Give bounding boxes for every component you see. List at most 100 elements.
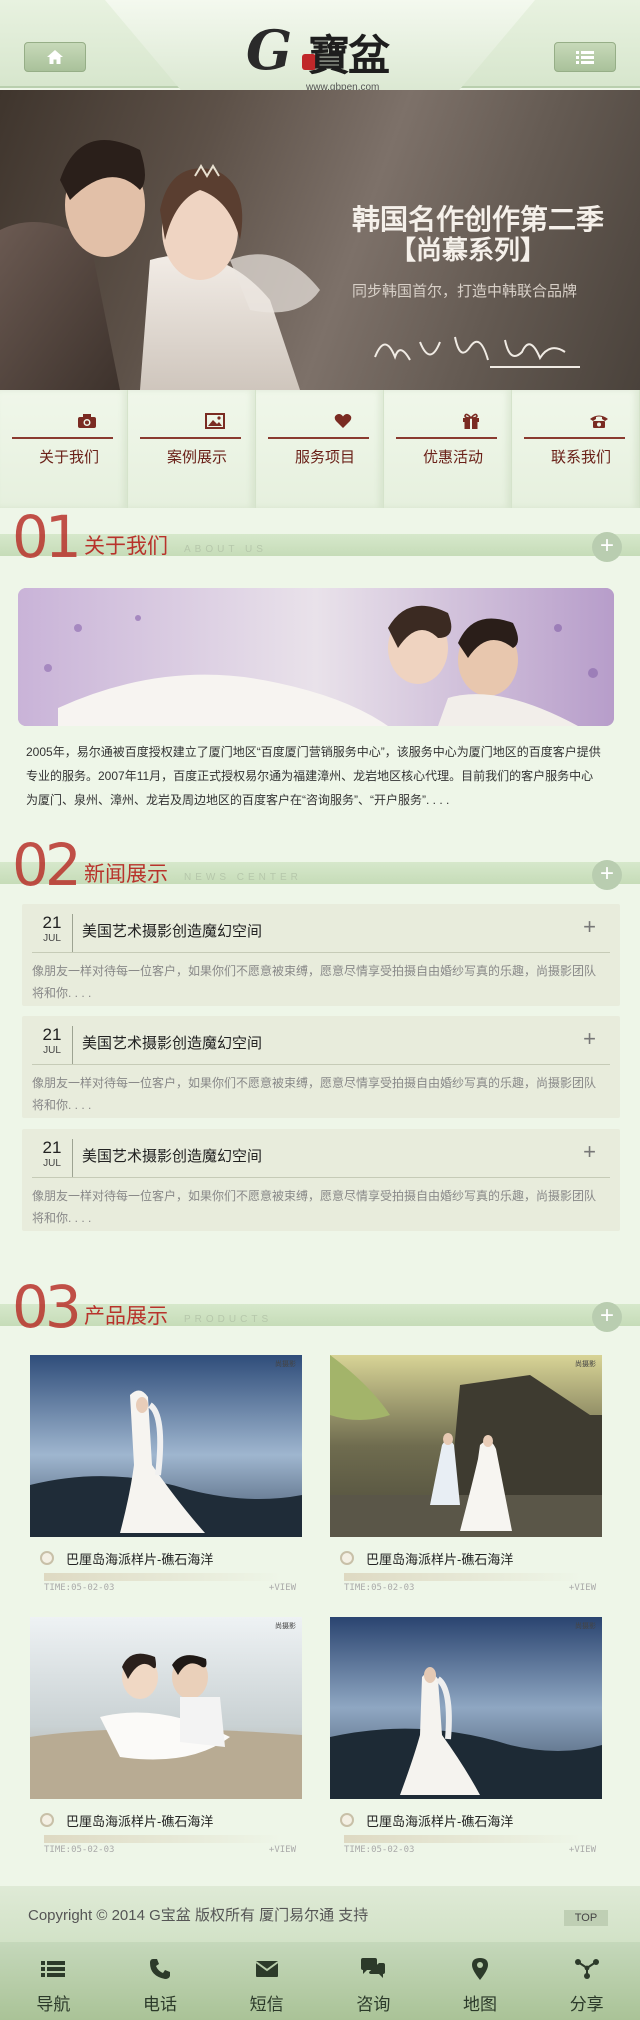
news-separator — [32, 1177, 610, 1178]
list-icon — [576, 51, 594, 64]
home-button[interactable] — [24, 42, 86, 72]
nav-item-services[interactable]: 服务项目 — [256, 390, 384, 508]
nav-item-about[interactable]: 关于我们 — [0, 390, 128, 508]
section-header-about: 01 关于我们 ABOUT US + — [0, 508, 640, 568]
expand-news-button[interactable]: + — [592, 860, 622, 890]
watermark-logo: 尚摄影 — [275, 1361, 296, 1368]
tab-sms[interactable]: 短信 — [213, 1942, 320, 2020]
news-title[interactable]: 美国艺术摄影创造魔幻空间 — [82, 920, 262, 941]
product-name[interactable]: 巴厘岛海派样片-礁石海洋 — [66, 1549, 213, 1568]
phone-icon — [589, 412, 609, 430]
nav-underline — [12, 437, 113, 439]
view-link[interactable]: +VIEW — [269, 1845, 296, 1855]
product-rule — [344, 1573, 582, 1581]
news-date: 21 JUL — [32, 1026, 72, 1056]
tab-phone[interactable]: 电话 — [107, 1942, 214, 2020]
nav-underline — [140, 437, 241, 439]
product-name[interactable]: 巴厘岛海派样片-礁石海洋 — [366, 1811, 513, 1830]
news-month: JUL — [43, 1158, 61, 1169]
gift-icon — [461, 412, 481, 430]
view-link[interactable]: +VIEW — [569, 1845, 596, 1855]
product-time: TIME:05-02-03 — [44, 1583, 115, 1593]
product-time: TIME:05-02-03 — [344, 1583, 415, 1593]
section-title: 关于我们 — [84, 535, 168, 558]
camera-icon — [77, 412, 97, 430]
tab-label: 分享 — [569, 1995, 604, 2014]
product-photo[interactable]: 尚摄影 — [30, 1355, 302, 1537]
section-subtitle: NEWS CENTER — [184, 872, 302, 883]
back-to-top-button[interactable]: TOP — [564, 1910, 608, 1926]
nav-label: 案例展示 — [166, 449, 227, 466]
news-expand-button[interactable]: + — [583, 914, 596, 940]
section-header-products: 03 产品展示 PRODUCTS + — [0, 1278, 640, 1338]
about-description: 2005年，易尔通被百度授权建立了厦门地区“百度厦门营销服务中心”，该服务中心为… — [26, 745, 601, 807]
bottom-tab-bar: 导航 电话 短信 咨询 地图 分享 — [0, 1942, 640, 2020]
nav-item-contact[interactable]: 联系我们 — [512, 390, 640, 508]
tab-map[interactable]: 地图 — [427, 1942, 534, 2020]
view-link[interactable]: +VIEW — [269, 1583, 296, 1593]
news-divider — [72, 1026, 73, 1064]
news-divider — [72, 1139, 73, 1177]
product-name[interactable]: 巴厘岛海派样片-礁石海洋 — [366, 1549, 513, 1568]
bullet-icon — [40, 1551, 54, 1565]
product-card[interactable]: 尚摄影 巴厘岛海派样片-礁石海洋 TIME:05-02-03 +VIEW — [330, 1617, 602, 1859]
tab-label: 导航 — [36, 1995, 71, 2014]
tab-label: 咨询 — [356, 1995, 391, 2014]
phone-icon — [150, 1959, 170, 1979]
korean-signature-graphic — [374, 336, 580, 368]
product-card[interactable]: 尚摄影 巴厘岛海派样片-礁石海洋 TIME:05-02-03 +VIEW — [330, 1355, 602, 1597]
news-divider — [72, 914, 73, 952]
bullet-icon — [340, 1813, 354, 1827]
product-time: TIME:05-02-03 — [44, 1845, 115, 1855]
couple-photo — [0, 140, 320, 390]
logo[interactable]: G 寶盆 www.gbpen.com — [240, 14, 410, 94]
product-name[interactable]: 巴厘岛海派样片-礁石海洋 — [66, 1811, 213, 1830]
picture-icon — [205, 412, 225, 430]
tab-label: 电话 — [143, 1995, 177, 2014]
news-item[interactable]: 21 JUL 美国艺术摄影创造魔幻空间 + 像朋友一样对待每一位客户，如果你们不… — [22, 1016, 620, 1118]
news-title[interactable]: 美国艺术摄影创造魔幻空间 — [82, 1032, 262, 1053]
category-nav: 关于我们 案例展示 服务项目 优惠活动 联系我们 — [0, 390, 640, 508]
watermark-logo: 尚摄影 — [575, 1623, 596, 1630]
share-icon — [574, 1959, 599, 1979]
news-separator — [32, 1064, 610, 1065]
product-photo[interactable]: 尚摄影 — [330, 1355, 602, 1537]
tab-share[interactable]: 分享 — [533, 1942, 640, 2020]
banner-subtitle: 【尚慕系列】 — [390, 236, 547, 266]
news-month: JUL — [43, 1045, 61, 1056]
product-photo[interactable]: 尚摄影 — [30, 1617, 302, 1799]
tab-navigation[interactable]: 导航 — [0, 1942, 107, 2020]
news-description: 像朋友一样对待每一位客户，如果你们不愿意被束缚，愿意尽情享受拍摄自由婚纱写真的乐… — [32, 964, 597, 1000]
product-card[interactable]: 尚摄影 巴厘岛海派样片-礁石海洋 TIME:05-02-03 +VIEW — [30, 1355, 302, 1597]
menu-button[interactable] — [554, 42, 616, 72]
watermark-logo: 尚摄影 — [575, 1361, 596, 1368]
news-item[interactable]: 21 JUL 美国艺术摄影创造魔幻空间 + 像朋友一样对待每一位客户，如果你们不… — [22, 1129, 620, 1231]
hero-banner[interactable]: 韩国名作创作第二季 【尚慕系列】 同步韩国首尔，打造中韩联合品牌 — [0, 90, 640, 390]
news-item[interactable]: 21 JUL 美国艺术摄影创造魔幻空间 + 像朋友一样对待每一位客户，如果你们不… — [22, 904, 620, 1006]
expand-products-button[interactable]: + — [592, 1302, 622, 1332]
section-number: 03 — [12, 1273, 82, 1341]
nav-item-promotions[interactable]: 优惠活动 — [384, 390, 512, 508]
tab-consult[interactable]: 咨询 — [320, 1942, 427, 2020]
news-title[interactable]: 美国艺术摄影创造魔幻空间 — [82, 1145, 262, 1166]
product-photo[interactable]: 尚摄影 — [330, 1617, 602, 1799]
section-header-news: 02 新闻展示 NEWS CENTER + — [0, 836, 640, 896]
news-expand-button[interactable]: + — [583, 1139, 596, 1165]
product-rule — [44, 1835, 282, 1843]
expand-about-button[interactable]: + — [592, 532, 622, 562]
section-subtitle: PRODUCTS — [184, 1314, 273, 1325]
header: G 寶盆 www.gbpen.com — [0, 0, 640, 93]
product-card[interactable]: 尚摄影 巴厘岛海派样片-礁石海洋 TIME:05-02-03 +VIEW — [30, 1617, 302, 1859]
news-expand-button[interactable]: + — [583, 1026, 596, 1052]
nav-label: 联系我们 — [550, 449, 611, 466]
nav-item-cases[interactable]: 案例展示 — [128, 390, 256, 508]
footer: Copyright © 2014 G宝盆 版权所有 厦门易尔通 支持 TOP — [0, 1886, 640, 1942]
watermark-logo: 尚摄影 — [275, 1623, 296, 1630]
nav-underline — [268, 437, 369, 439]
news-date: 21 JUL — [32, 1139, 72, 1169]
map-pin-icon — [472, 1958, 489, 1980]
view-link[interactable]: +VIEW — [569, 1583, 596, 1593]
product-time: TIME:05-02-03 — [344, 1845, 415, 1855]
section-number: 01 — [12, 503, 82, 571]
tab-label: 短信 — [249, 1995, 284, 2014]
